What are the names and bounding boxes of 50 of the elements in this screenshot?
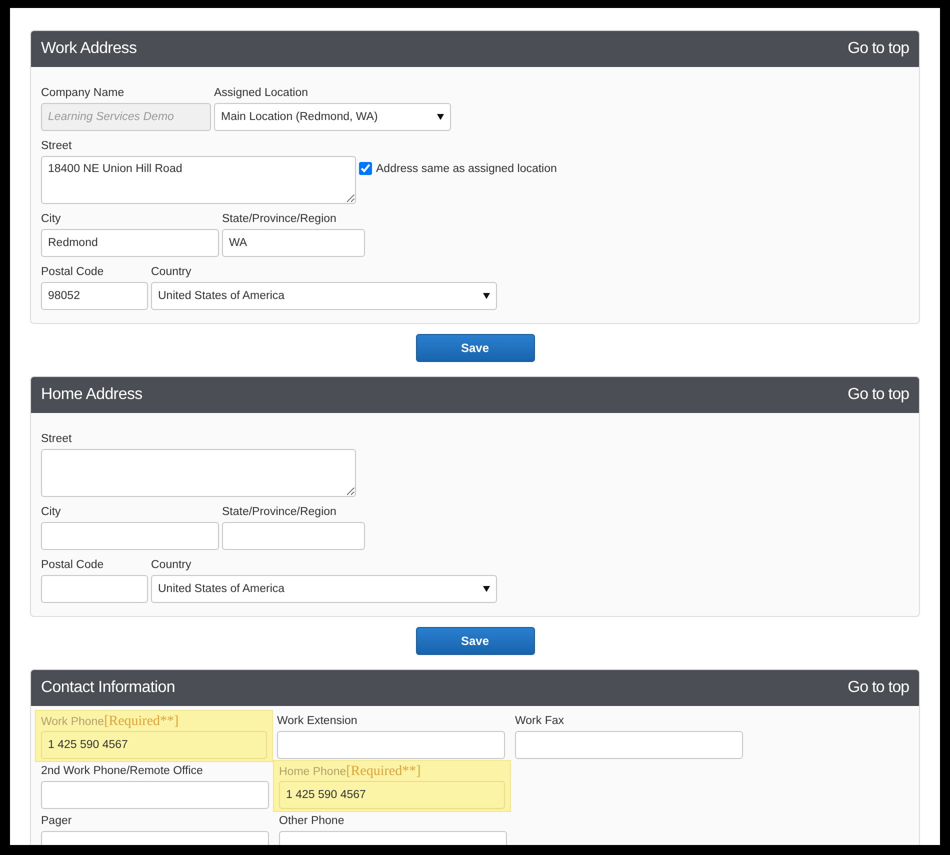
caret-icon xyxy=(437,114,444,120)
field-label: Work Fax xyxy=(515,714,564,729)
required-tag: [Required**] xyxy=(104,714,179,729)
field-label: Work Phone xyxy=(41,715,104,730)
field-label: Company Name xyxy=(41,86,124,101)
text-field[interactable] xyxy=(41,522,219,550)
save-button[interactable]: Save xyxy=(416,334,534,362)
field-label: Other Phone xyxy=(279,814,344,829)
field-label: State/Province/Region xyxy=(222,505,336,520)
text-field[interactable]: Redmond xyxy=(41,229,219,257)
go-to-top-link[interactable]: Go to top xyxy=(848,386,909,404)
field-label: City xyxy=(41,505,61,520)
checkbox-label: Address same as assigned location xyxy=(376,162,557,174)
text-field[interactable] xyxy=(222,522,365,550)
dropdown[interactable]: United States of America xyxy=(151,575,497,603)
caret-icon xyxy=(483,586,490,592)
text-field[interactable] xyxy=(41,781,269,809)
field-label: 2nd Work Phone/Remote Office xyxy=(41,764,203,779)
checkbox[interactable] xyxy=(359,162,372,175)
dropdown[interactable]: Main Location (Redmond, WA) xyxy=(214,103,451,131)
caret-icon xyxy=(483,293,490,299)
save-button[interactable]: Save xyxy=(416,627,534,655)
section-title: Work Address xyxy=(41,40,137,58)
text-field[interactable]: 1 425 590 4567 xyxy=(279,781,505,809)
text-field[interactable]: WA xyxy=(222,229,365,257)
text-field[interactable]: 1 425 590 4567 xyxy=(41,731,267,759)
section-title: Home Address xyxy=(41,386,142,404)
field-label: Home Phone xyxy=(279,765,346,780)
field-label: Postal Code xyxy=(41,265,104,280)
field-label: Assigned Location xyxy=(214,86,308,101)
field-label: Street xyxy=(41,139,72,154)
field-label: Country xyxy=(151,265,192,280)
field-label: Pager xyxy=(41,814,72,829)
required-tag: [Required**] xyxy=(346,764,421,779)
field-label: Street xyxy=(41,432,72,447)
text-field[interactable]: 98052 xyxy=(41,282,148,310)
field-label: Country xyxy=(151,558,192,573)
text-field[interactable] xyxy=(277,731,505,759)
field-label: Postal Code xyxy=(41,558,104,573)
go-to-top-link[interactable]: Go to top xyxy=(848,679,909,697)
field-label: City xyxy=(41,212,61,227)
go-to-top-link[interactable]: Go to top xyxy=(848,40,909,58)
field-label: Work Extension xyxy=(277,714,358,729)
section-title: Contact Information xyxy=(41,679,175,697)
text-field[interactable] xyxy=(515,731,743,759)
dropdown[interactable]: United States of America xyxy=(151,282,497,310)
field-label: State/Province/Region xyxy=(222,212,336,227)
text-area[interactable] xyxy=(41,449,356,497)
text-area[interactable]: 18400 NE Union Hill Road xyxy=(41,156,356,204)
text-field[interactable] xyxy=(41,575,148,603)
